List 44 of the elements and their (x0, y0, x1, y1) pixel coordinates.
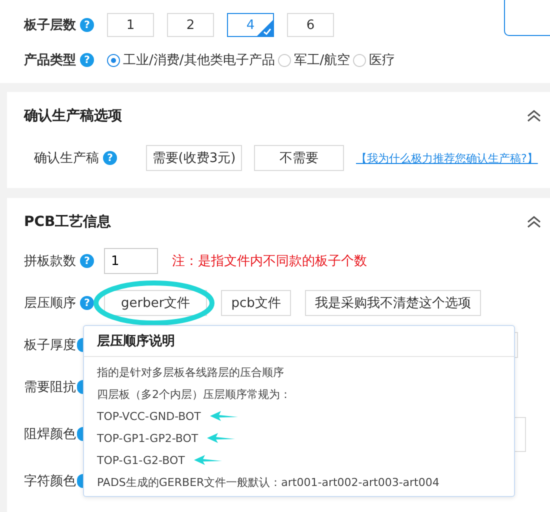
popover-text: 指的是针对多层板各线路层的压合顺序 (97, 364, 284, 380)
radio-button[interactable] (353, 54, 366, 66)
popover-text: PADS生成的GERBER文件一般默认：art001-art002-art003-art004 (97, 474, 440, 490)
panel-count-input[interactable]: 1 (104, 248, 158, 274)
collapse-icon[interactable] (527, 110, 541, 122)
stack-option[interactable]: 我是采购我不清楚这个选项 (304, 290, 481, 316)
help-icon[interactable] (77, 474, 83, 488)
popover-text: TOP-G1-G2-BOT (97, 454, 185, 466)
radio-button[interactable] (278, 54, 291, 66)
recommend-link[interactable]: 【我为什么极力推荐您确认生产稿?】 (356, 150, 538, 166)
note-text: 注：是指文件内不同款的板子个数 (172, 253, 367, 270)
section-title: PCB工艺信息 (24, 213, 112, 231)
stack-option[interactable]: gerber文件 (104, 290, 208, 316)
help-icon[interactable] (77, 380, 83, 394)
layer-option[interactable]: 4 (227, 13, 274, 37)
radio-label[interactable]: 医疗 (369, 51, 396, 69)
layer-option[interactable]: 2 (167, 13, 214, 37)
radio-label[interactable]: 军工/航空 (294, 51, 350, 69)
collapse-icon[interactable] (527, 216, 541, 228)
popover-text: TOP-GP1-GP2-BOT (97, 432, 198, 444)
field-label: 确认生产稿 (34, 150, 99, 167)
field-label: 产品类型 (24, 52, 76, 69)
field-label: 层压顺序 (24, 295, 76, 312)
option-button[interactable]: 不需要 (254, 145, 344, 171)
stack-option[interactable]: pcb文件 (221, 290, 291, 316)
popover-title: 层压顺序说明 (84, 326, 514, 357)
side-panel (504, 0, 550, 36)
help-icon[interactable] (77, 427, 83, 441)
radio-button[interactable] (107, 54, 120, 66)
layer-option[interactable]: 6 (287, 13, 334, 37)
field-label: 阻焊颜色 (24, 426, 76, 443)
field-label: 需要阻抗 (24, 379, 76, 396)
popover-text: 四层板（多2个内层）压层顺序常规为： (97, 386, 291, 402)
checkmark-corner-icon (257, 20, 273, 36)
popover-text: TOP-VCC-GND-BOT (97, 410, 201, 422)
field-label: 板子层数 (24, 17, 76, 34)
field-label: 拼板款数 (24, 253, 76, 270)
help-icon[interactable] (77, 338, 83, 352)
radio-label[interactable]: 工业/消费/其他类电子产品 (123, 51, 275, 69)
section-title: 确认生产稿选项 (24, 107, 122, 125)
option-button[interactable]: 需要(收费3元) (146, 145, 242, 171)
layer-option[interactable]: 1 (107, 13, 154, 37)
field-label: 字符颜色 (24, 473, 76, 490)
field-label: 板子厚度 (24, 337, 76, 354)
